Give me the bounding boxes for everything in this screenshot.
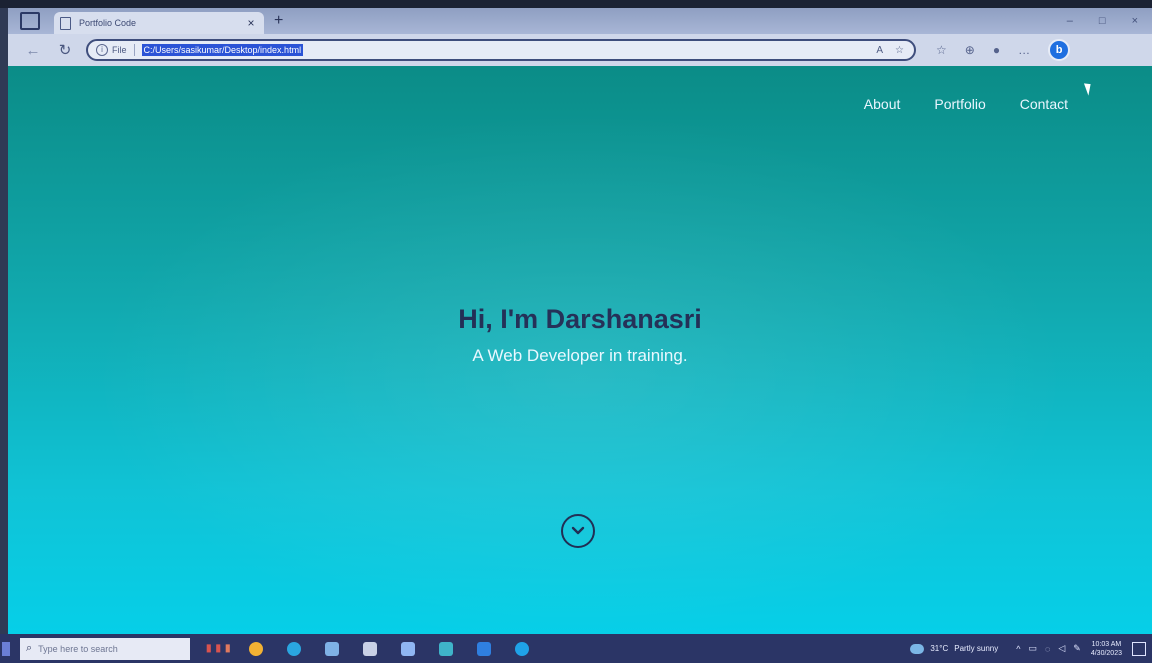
file-label: File xyxy=(112,45,127,55)
nav-contact-link[interactable]: Contact xyxy=(1020,96,1068,112)
close-window-button[interactable]: × xyxy=(1132,15,1138,27)
browser-tab-bar: Portfolio Code × + – □ × xyxy=(8,8,1152,34)
maximize-button[interactable]: □ xyxy=(1099,15,1106,27)
store-icon[interactable] xyxy=(438,641,453,656)
mouse-cursor-icon xyxy=(1083,81,1095,96)
edge-icon[interactable] xyxy=(286,641,301,656)
system-tray: ^ ▭ ◌ ◁ ✎ xyxy=(1016,643,1081,654)
collections-icon[interactable]: ⊕ xyxy=(965,43,975,57)
clock[interactable]: 10:03 AM 4/30/2023 xyxy=(1091,640,1122,658)
tab-actions-icon[interactable] xyxy=(20,12,40,30)
bing-icon[interactable]: b xyxy=(1048,39,1071,61)
network-icon[interactable]: ◌ xyxy=(1045,644,1050,654)
taskbar-search[interactable]: ⌕ Type here to search xyxy=(20,637,190,660)
hero-title: Hi, I'm Darshanasri xyxy=(458,304,702,334)
notifications-icon[interactable] xyxy=(1132,641,1146,656)
browser-toolbar: ← ↻ i File C:/Users/sasikumar/Desktop/in… xyxy=(8,34,1152,66)
start-button[interactable] xyxy=(2,641,10,656)
search-placeholder: Type here to search xyxy=(38,643,118,654)
file-explorer-icon[interactable] xyxy=(324,641,339,656)
chevron-down-icon xyxy=(571,526,585,535)
pinned-app-icon[interactable]: ▮ xyxy=(206,643,212,654)
hero-subtitle: A Web Developer in training. xyxy=(472,346,688,365)
terminal-icon[interactable] xyxy=(362,641,377,656)
favorites-icon[interactable]: ☆ xyxy=(936,43,947,57)
weather-temp: 31°C xyxy=(930,644,949,653)
weather-desc: Partly sunny xyxy=(954,644,999,653)
screen-bezel xyxy=(0,0,1152,8)
pen-icon[interactable]: ✎ xyxy=(1073,643,1081,654)
browser-tab[interactable]: Portfolio Code × xyxy=(54,12,264,34)
new-tab-button[interactable]: + xyxy=(274,12,283,30)
windows-taskbar: ⌕ Type here to search ▮ ▮ ▮ 31°C Partly … xyxy=(0,634,1152,663)
profile-icon[interactable]: ● xyxy=(993,43,1000,57)
pinned-cluster: ▮ ▮ ▮ xyxy=(206,643,231,654)
scroll-down-button[interactable] xyxy=(561,514,595,548)
chrome-icon[interactable] xyxy=(248,641,263,656)
url-text[interactable]: C:/Users/sasikumar/Desktop/index.html xyxy=(141,44,304,56)
more-icon[interactable]: … xyxy=(1018,43,1030,57)
read-aloud-icon[interactable]: A xyxy=(876,45,883,56)
tab-title: Portfolio Code xyxy=(79,18,137,28)
pinned-app-icon[interactable]: ▮ xyxy=(216,643,222,654)
clock-date: 4/30/2023 xyxy=(1090,649,1122,657)
divider xyxy=(133,44,135,56)
tray-overflow-icon[interactable]: ^ xyxy=(1016,644,1020,654)
nav-portfolio-link[interactable]: Portfolio xyxy=(934,96,985,112)
favorite-icon[interactable]: ☆ xyxy=(895,45,904,56)
address-bar[interactable]: i File C:/Users/sasikumar/Desktop/index.… xyxy=(86,39,916,61)
volume-icon[interactable]: ◁ xyxy=(1058,643,1065,654)
pinned-app-icon[interactable]: ▮ xyxy=(225,643,231,654)
minimize-button[interactable]: – xyxy=(1067,15,1073,27)
page-icon xyxy=(60,16,71,30)
battery-icon[interactable]: ▭ xyxy=(1029,643,1038,654)
clock-time: 10:03 AM xyxy=(1091,640,1122,648)
portfolio-page: About Portfolio Contact Hi, I'm Darshana… xyxy=(8,66,1152,634)
weather-icon xyxy=(910,643,925,654)
close-tab-icon[interactable]: × xyxy=(244,16,258,30)
site-nav: About Portfolio Contact xyxy=(864,96,1068,112)
vscode-icon[interactable] xyxy=(476,641,491,656)
nav-about-link[interactable]: About xyxy=(864,96,901,112)
weather-widget[interactable]: 31°C Partly sunny xyxy=(910,643,999,654)
info-icon[interactable]: i xyxy=(96,44,108,56)
reload-button[interactable]: ↻ xyxy=(56,41,74,59)
edge-active-icon[interactable] xyxy=(514,641,529,656)
back-button[interactable]: ← xyxy=(24,42,42,59)
window-controls: – □ × xyxy=(1067,15,1138,27)
search-icon: ⌕ xyxy=(26,642,33,654)
paint-icon[interactable] xyxy=(400,641,415,656)
taskbar-apps xyxy=(248,641,529,656)
